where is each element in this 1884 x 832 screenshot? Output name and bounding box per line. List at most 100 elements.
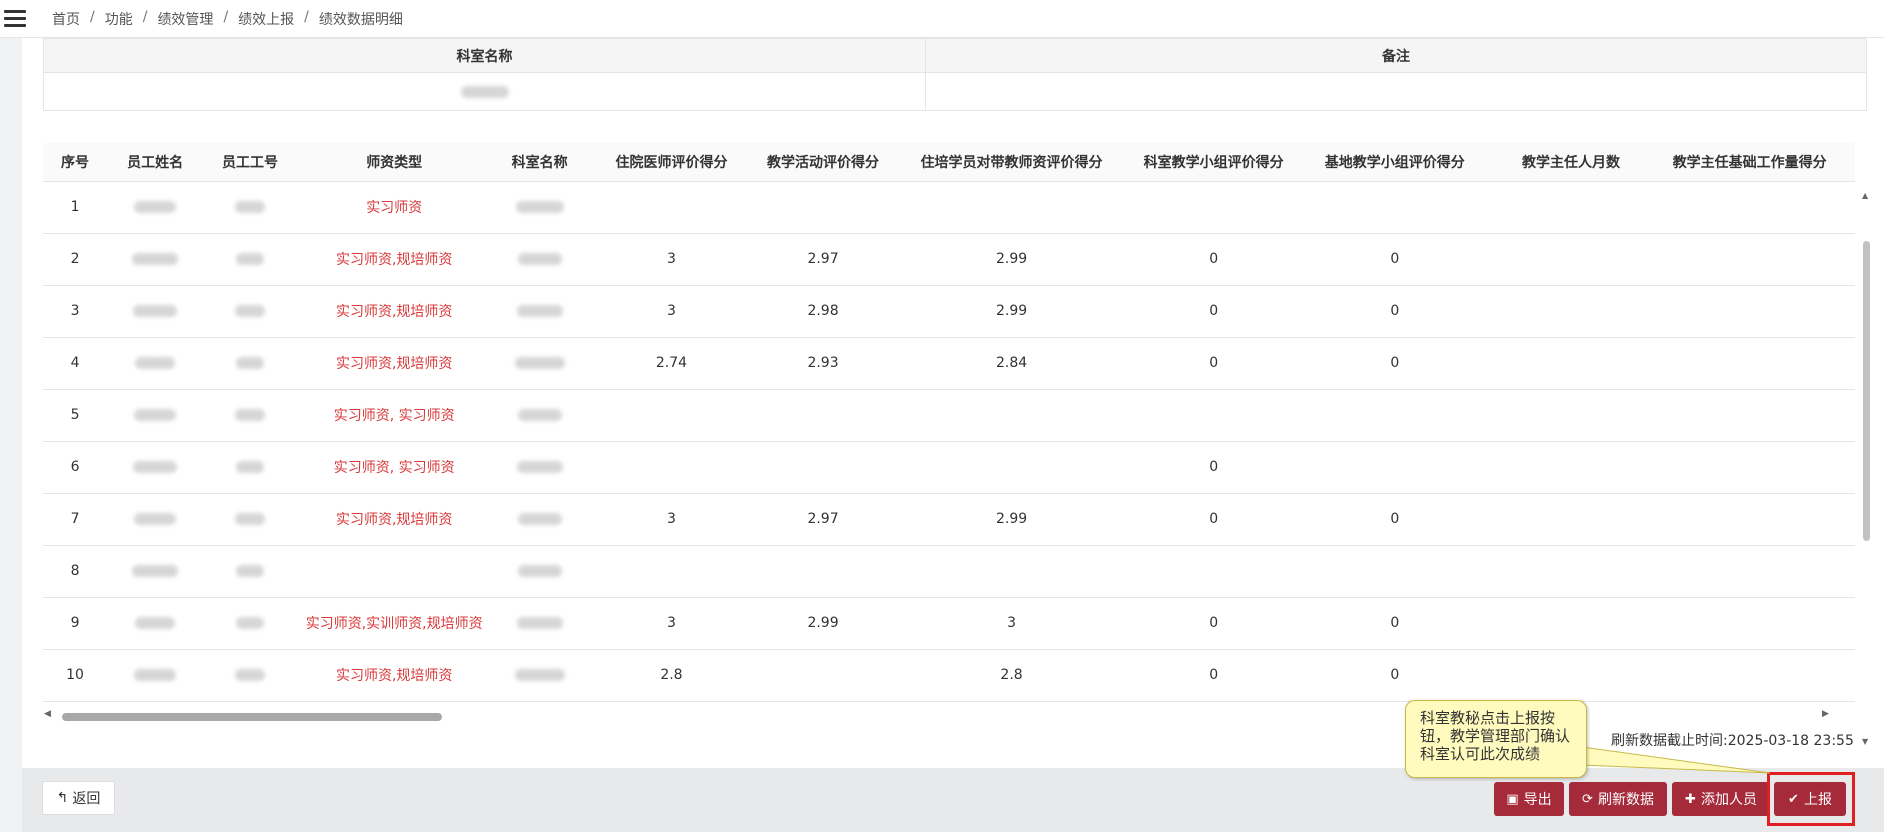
table-cell (1647, 337, 1852, 390)
table-cell (1294, 389, 1495, 442)
table-cell: 3 (890, 597, 1133, 650)
table-cell: 2.99 (890, 493, 1133, 546)
breadcrumb-home[interactable]: 首页 (52, 9, 80, 29)
table-cell (1494, 493, 1648, 546)
table-cell: 4 (43, 337, 108, 390)
breadcrumb-current: 绩效数据明细 (318, 12, 403, 28)
table-row[interactable]: 1 实习师资 (43, 181, 1855, 234)
table-cell (1647, 389, 1852, 442)
redacted-cell (491, 337, 588, 390)
table-cell (1494, 233, 1648, 286)
table-cell (1647, 493, 1852, 546)
table-cell: 实习师资, 实习师资 (296, 389, 492, 442)
table-cell: 2.74 (587, 337, 756, 390)
breadcrumb-performance-management[interactable]: 绩效管理 (157, 9, 213, 29)
table-cell (1647, 441, 1852, 494)
vertical-scroll-thumb[interactable] (1863, 241, 1870, 541)
scroll-down-icon[interactable]: ▼ (1862, 737, 1868, 746)
table-cell (1647, 233, 1852, 286)
table-cell: 0 (1132, 337, 1295, 390)
table-cell (587, 389, 756, 442)
column-header: 教学主任基础工作量得分 (1647, 143, 1852, 182)
table-cell (1494, 545, 1648, 598)
table-row[interactable]: 3 实习师资,规培师资 3 2.98 2.99 0 0 (43, 285, 1855, 338)
table-cell (1494, 389, 1648, 442)
table-cell: 0 (1294, 285, 1495, 338)
redacted-cell (203, 597, 297, 650)
table-cell: 2.84 (890, 337, 1133, 390)
table-cell (1294, 441, 1495, 494)
redacted-cell (491, 389, 588, 442)
table-cell (1851, 649, 1855, 702)
scroll-right-icon[interactable]: ▶ (1822, 709, 1829, 719)
table-row[interactable]: 6 实习师资, 实习师资 0 (43, 441, 1855, 494)
add-button-label: 添加人员 (1700, 792, 1757, 808)
back-button[interactable]: ↰ 返回 (42, 781, 115, 815)
table-cell (755, 649, 891, 702)
redacted-cell (491, 181, 588, 234)
info-remark-value (925, 72, 1867, 111)
table-cell: 3 (587, 233, 756, 286)
redacted-cell (491, 649, 588, 702)
scroll-up-icon[interactable]: ▲ (1862, 191, 1868, 200)
horizontal-scroll-thumb[interactable] (62, 713, 442, 721)
table-cell: 实习师资,规培师资 (296, 493, 492, 546)
table-cell (1851, 233, 1855, 286)
add-person-button[interactable]: ✚ 添加人员 (1672, 782, 1770, 816)
export-button[interactable]: ▣ 导出 (1494, 782, 1564, 816)
table-cell (755, 389, 891, 442)
table-cell: 实习师资,规培师资 (296, 649, 492, 702)
main-panel: 科室名称 备注 序号 员工姓名 员工工号 师资类型 科室名称 住院医师评价得分 教学活动评价… (22, 38, 1884, 768)
footer-bar: ↰ 返回 ▣ 导出 ⟳ 刷新数据 ✚ 添加人员 ✔ 上报 (22, 768, 1884, 832)
column-header: 住培学员对带教师资评价得分 (890, 143, 1133, 182)
table-cell: 2.98 (755, 285, 891, 338)
redacted-cell (107, 597, 204, 650)
redacted-cell (491, 441, 588, 494)
column-header: 员工工号 (203, 143, 297, 182)
performance-grid: 序号 员工姓名 员工工号 师资类型 科室名称 住院医师评价得分 教学活动评价得分 住培学员对带… (43, 143, 1855, 713)
table-cell (1132, 181, 1295, 234)
column-header: 教学活动评价得分 (755, 143, 891, 182)
table-cell: 8 (43, 545, 108, 598)
table-row[interactable]: 10 实习师资,规培师资 2.8 2.8 0 0 (43, 649, 1855, 702)
breadcrumb-function[interactable]: 功能 (105, 9, 133, 29)
table-cell: 实习师资,实训师资,规培师资 (296, 597, 492, 650)
refresh-data-button[interactable]: ⟳ 刷新数据 (1569, 782, 1667, 816)
table-cell: 0 (1132, 493, 1295, 546)
submit-highlight-box (1767, 772, 1855, 826)
hamburger-menu-icon[interactable] (4, 8, 26, 30)
table-row[interactable]: 8 (43, 545, 1855, 598)
redacted-cell (203, 441, 297, 494)
table-cell (1494, 285, 1648, 338)
table-cell (755, 545, 891, 598)
info-header-department: 科室名称 (43, 38, 926, 73)
vertical-scrollbar[interactable]: ▲ ▼ (1861, 191, 1871, 747)
scroll-left-icon[interactable]: ◀ (44, 709, 51, 719)
table-row[interactable]: 5 实习师资, 实习师资 (43, 389, 1855, 442)
table-row[interactable]: 9 实习师资,实训师资,规培师资 3 2.99 3 0 0 (43, 597, 1855, 650)
redacted-cell (203, 233, 297, 286)
table-cell (890, 545, 1133, 598)
tooltip-pointer (1582, 746, 1771, 774)
breadcrumb-performance-report[interactable]: 绩效上报 (238, 9, 294, 29)
file-export-icon: ▣ (1506, 791, 1519, 807)
table-cell (1494, 441, 1648, 494)
redacted-cell (203, 285, 297, 338)
table-cell (587, 181, 756, 234)
table-cell (755, 181, 891, 234)
table-cell (1851, 545, 1855, 598)
table-cell: 2.8 (587, 649, 756, 702)
table-cell (296, 545, 492, 598)
table-row[interactable]: 4 实习师资,规培师资 2.74 2.93 2.84 0 0 (43, 337, 1855, 390)
table-cell (1132, 545, 1295, 598)
instruction-tooltip: 科室教秘点击上报按钮，教学管理部门确认科室认可此次成绩 (1405, 700, 1587, 778)
table-row[interactable]: 7 实习师资,规培师资 3 2.97 2.99 0 0 (43, 493, 1855, 546)
table-cell: 0 (1132, 285, 1295, 338)
table-cell (1294, 545, 1495, 598)
redacted-cell (203, 649, 297, 702)
table-row[interactable]: 2 实习师资,规培师资 3 2.97 2.99 0 0 (43, 233, 1855, 286)
table-cell (1851, 181, 1855, 234)
table-cell (1647, 649, 1852, 702)
redacted-cell (203, 337, 297, 390)
column-header: 教学秘书人 (1851, 143, 1855, 182)
